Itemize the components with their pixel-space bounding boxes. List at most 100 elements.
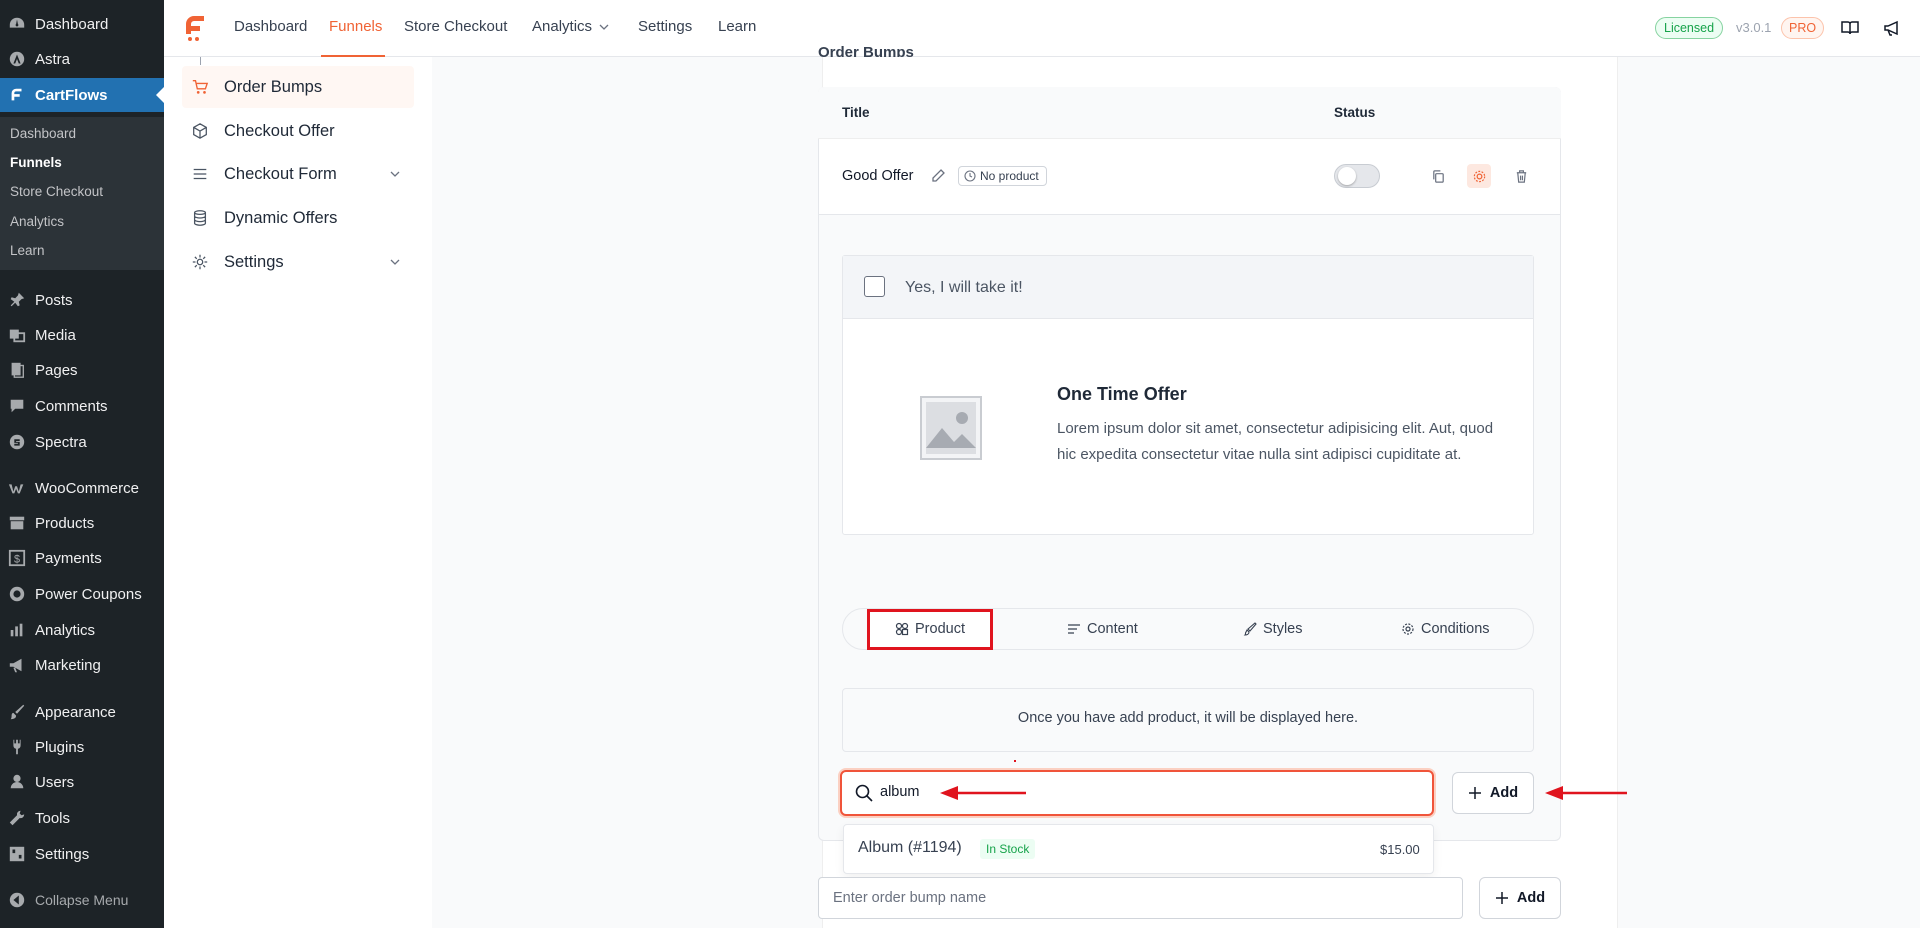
brush-icon: [6, 703, 28, 721]
wp-menu-label: Posts: [35, 291, 73, 309]
wp-menu-label: Astra: [35, 50, 71, 68]
wp-menu-label: Users: [35, 773, 75, 791]
topnav-learn[interactable]: Learn: [718, 18, 756, 35]
wp-menu-plugins[interactable]: Plugins: [0, 730, 164, 764]
empty-product-message: Once you have add product, it will be di…: [1017, 710, 1359, 726]
wp-menu-media[interactable]: Media: [0, 318, 164, 352]
pin-icon: [6, 291, 28, 309]
nav-order-bumps[interactable]: Order Bumps: [182, 66, 414, 108]
user-icon: [6, 773, 28, 791]
collapse-menu-label: Collapse Menu: [35, 892, 129, 908]
wp-menu-pages[interactable]: Pages: [0, 353, 164, 387]
wp-menu-astra[interactable]: Astra: [0, 42, 164, 76]
product-status-label: No product: [980, 169, 1039, 183]
nav-settings[interactable]: Settings: [182, 241, 414, 283]
topnav-store-checkout[interactable]: Store Checkout: [404, 18, 507, 35]
text-lines-icon: [1068, 624, 1080, 634]
collapse-menu-button[interactable]: Collapse Menu: [0, 883, 164, 917]
tab-content[interactable]: Content: [1067, 617, 1138, 641]
duplicate-icon[interactable]: [1426, 164, 1450, 188]
toggle-knob: [1338, 167, 1356, 185]
wp-menu-analytics[interactable]: Analytics: [0, 613, 164, 647]
dollar-icon: $: [6, 549, 28, 567]
wp-menu-woocommerce[interactable]: WooCommerce: [0, 471, 164, 505]
wp-menu-tools[interactable]: Tools: [0, 801, 164, 835]
topnav-settings[interactable]: Settings: [638, 18, 692, 35]
wp-menu-payments[interactable]: $ Payments: [0, 541, 164, 575]
bump-title: Good Offer: [842, 168, 914, 184]
wp-menu-label: WooCommerce: [35, 479, 139, 497]
topnav-dashboard[interactable]: Dashboard: [234, 18, 307, 35]
wp-menu-appearance[interactable]: Appearance: [0, 695, 164, 729]
submenu-store-checkout[interactable]: Store Checkout: [10, 184, 103, 199]
trash-icon[interactable]: [1509, 164, 1533, 188]
menu-lines-icon: [190, 164, 210, 184]
chevron-down-icon: [599, 24, 609, 30]
submenu-analytics[interactable]: Analytics: [10, 214, 64, 229]
tab-product[interactable]: Product: [895, 617, 965, 641]
status-toggle[interactable]: [1334, 164, 1380, 188]
offer-description: Lorem ipsum dolor sit amet, consectetur …: [1057, 420, 1494, 463]
nav-dynamic-offers[interactable]: Dynamic Offers: [182, 197, 414, 239]
wp-menu-comments[interactable]: Comments: [0, 389, 164, 423]
database-icon: [190, 208, 210, 228]
bump-checkbox[interactable]: [864, 276, 885, 297]
wp-menu-power-coupons[interactable]: Power Coupons: [0, 577, 164, 611]
announcement-icon[interactable]: [1882, 18, 1902, 38]
licensed-badge: Licensed: [1655, 17, 1724, 39]
wp-menu-settings[interactable]: Settings: [0, 837, 164, 871]
cart-icon: [190, 77, 210, 97]
wp-menu-label: Payments: [35, 549, 102, 567]
bump-settings-icon[interactable]: [1467, 164, 1491, 188]
nav-label: Dynamic Offers: [224, 208, 338, 227]
wp-menu-label: Analytics: [35, 621, 96, 639]
wp-menu-products[interactable]: Products: [0, 506, 164, 540]
wp-menu-marketing[interactable]: Marketing: [0, 648, 164, 682]
nav-checkout-offer[interactable]: Checkout Offer: [182, 110, 414, 152]
book-icon[interactable]: [1840, 18, 1860, 38]
pro-badge: PRO: [1781, 17, 1825, 39]
wp-menu-spectra[interactable]: Spectra: [0, 425, 164, 459]
result-stock-badge: In Stock: [980, 839, 1036, 859]
cartflows-icon: [6, 86, 28, 104]
wp-menu-cartflows[interactable]: CartFlows: [0, 78, 164, 112]
tab-styles[interactable]: Styles: [1243, 617, 1303, 641]
result-product-name[interactable]: Album (#1194): [858, 839, 962, 857]
annotation-dot: [1014, 760, 1016, 762]
archive-icon: [6, 514, 28, 532]
svg-text:$: $: [14, 554, 20, 566]
submenu-learn[interactable]: Learn: [10, 243, 45, 258]
spectra-icon: [6, 433, 28, 451]
submenu-funnels[interactable]: Funnels: [10, 155, 62, 170]
wp-menu-label: Plugins: [35, 738, 85, 756]
edit-pencil-icon[interactable]: [930, 168, 946, 184]
cartflows-logo[interactable]: [182, 12, 208, 47]
dashboard-icon: [6, 15, 28, 33]
topnav-analytics[interactable]: Analytics: [532, 18, 611, 35]
submenu-dashboard[interactable]: Dashboard: [10, 126, 76, 141]
wp-menu-posts[interactable]: Posts: [0, 283, 164, 317]
wp-menu-users[interactable]: Users: [0, 765, 164, 799]
add-product-label: Add: [1489, 785, 1519, 801]
order-bump-name-field[interactable]: [818, 877, 1463, 919]
wp-menu-label: Settings: [35, 845, 90, 863]
order-bump-name-input[interactable]: [819, 878, 1462, 918]
step-settings-nav: Order Bumps Checkout Offer Checkout Form…: [164, 57, 432, 928]
nav-connector: [200, 57, 201, 65]
add-order-bump-label: Add: [1516, 890, 1546, 906]
wp-menu-label: Power Coupons: [35, 585, 142, 603]
add-product-button[interactable]: Add: [1452, 772, 1534, 814]
wrench-icon: [6, 809, 28, 827]
astra-icon: [6, 50, 28, 68]
nav-label: Order Bumps: [224, 77, 323, 96]
add-order-bump-button[interactable]: Add: [1479, 877, 1561, 919]
plug-icon: [6, 738, 28, 756]
woo-icon: [6, 479, 28, 497]
tab-conditions[interactable]: Conditions: [1401, 617, 1490, 641]
topnav-funnels[interactable]: Funnels: [329, 18, 382, 35]
topnav-analytics-label: Analytics: [532, 18, 593, 35]
wp-menu-dashboard[interactable]: Dashboard: [0, 7, 164, 41]
nav-checkout-form[interactable]: Checkout Form: [182, 153, 414, 195]
wp-menu-label: Pages: [35, 361, 78, 379]
wp-menu-label: Comments: [35, 397, 108, 415]
